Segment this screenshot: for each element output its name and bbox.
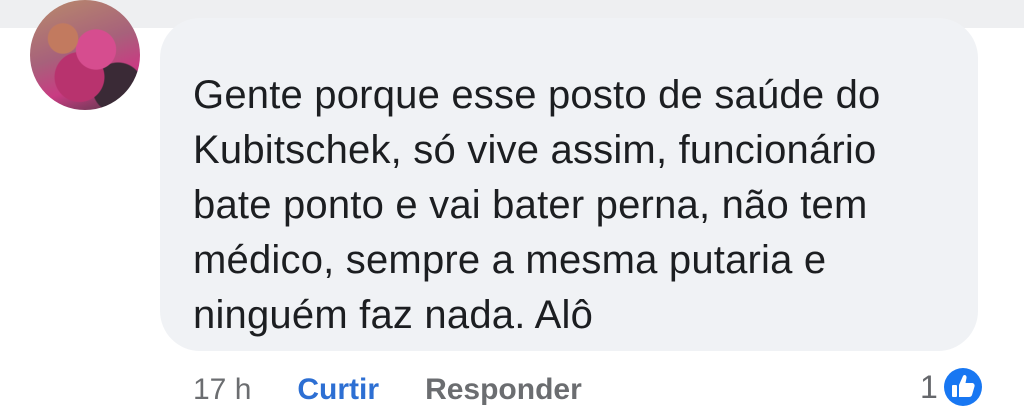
comment-line: Gente porque esse posto de saúde do bbox=[193, 73, 881, 117]
like-button[interactable]: Curtir bbox=[297, 373, 379, 407]
comment-line: Kubitschek, só vive assim, funcionário bbox=[193, 128, 877, 172]
comment-line: bate ponto e vai bater perna, não tem bbox=[193, 183, 868, 227]
comment-line: ninguém faz nada. Alô bbox=[193, 293, 594, 337]
comment-text: Gente porque esse posto de saúde do Kubi… bbox=[193, 68, 963, 343]
comment-line: médico, sempre a mesma putaria e bbox=[193, 238, 827, 282]
avatar[interactable] bbox=[30, 0, 140, 110]
thumbs-up-icon bbox=[940, 365, 985, 409]
reply-button[interactable]: Responder bbox=[425, 373, 582, 407]
comment-timestamp[interactable]: 17 h bbox=[193, 373, 251, 407]
reaction-summary[interactable]: 1 bbox=[920, 364, 986, 410]
comment-actions: 17 h Curtir Responder bbox=[193, 368, 582, 412]
reaction-count: 1 bbox=[920, 368, 938, 405]
